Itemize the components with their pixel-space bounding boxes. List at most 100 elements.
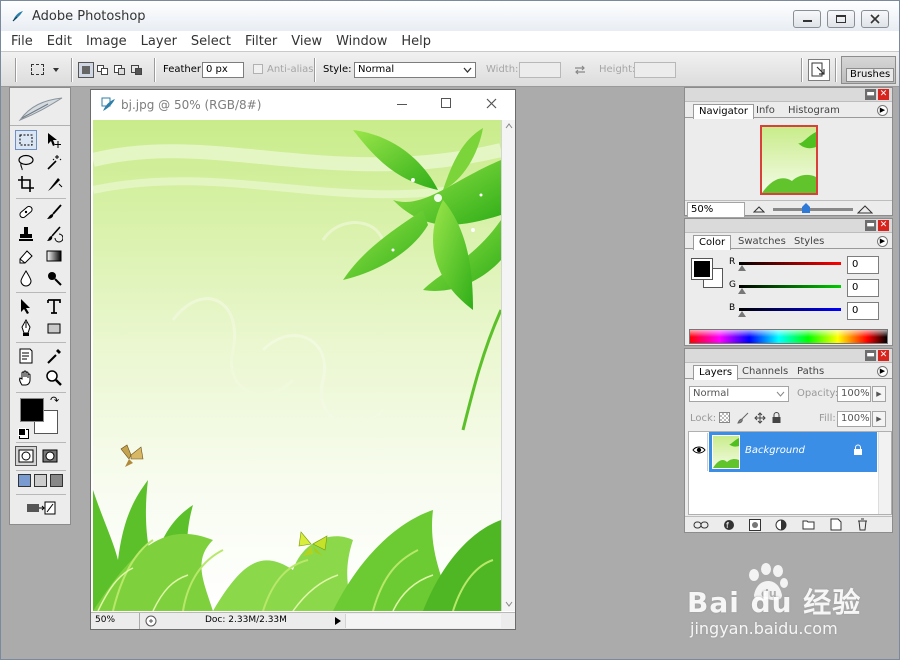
zoom-in-mountain-icon[interactable]	[857, 204, 873, 214]
slider-b[interactable]	[739, 308, 841, 311]
opacity-arrow-icon[interactable]: ▶	[872, 386, 886, 402]
full-screen-menu-icon[interactable]	[34, 474, 47, 487]
notes-tool[interactable]	[15, 346, 37, 366]
jump-to-imageready-button[interactable]	[24, 498, 58, 518]
brush-tool[interactable]	[43, 202, 65, 222]
palette-minimize-icon[interactable]: ▬	[865, 89, 876, 100]
tab-color[interactable]: Color	[693, 235, 732, 250]
slider-r[interactable]	[739, 262, 841, 265]
navigator-preview[interactable]	[760, 125, 818, 195]
quick-mask-button[interactable]	[39, 446, 61, 466]
lasso-tool[interactable]	[15, 152, 37, 172]
menu-file[interactable]: File	[11, 34, 33, 49]
tab-histogram[interactable]: Histogram	[783, 104, 845, 119]
full-screen-icon[interactable]	[50, 474, 63, 487]
dodge-tool[interactable]	[43, 268, 65, 288]
tab-navigator[interactable]: Navigator	[693, 104, 754, 119]
layer-style-icon[interactable]: f	[723, 519, 735, 531]
height-input[interactable]	[634, 62, 676, 78]
layer-row-background[interactable]: Background	[709, 432, 877, 472]
eraser-tool[interactable]	[15, 246, 37, 266]
menu-view[interactable]: View	[291, 34, 322, 49]
document-vertical-scrollbar[interactable]	[501, 120, 515, 611]
status-info-icon[interactable]	[145, 615, 157, 627]
scroll-up-icon[interactable]	[505, 123, 513, 129]
channel-value-g[interactable]: 0	[847, 279, 879, 297]
close-button[interactable]	[861, 10, 889, 28]
menu-select[interactable]: Select	[191, 34, 231, 49]
lock-move-icon[interactable]	[754, 412, 766, 424]
slider-thumb-r[interactable]	[738, 265, 746, 271]
navigator-zoom-thumb[interactable]	[802, 203, 810, 213]
slice-tool[interactable]	[43, 174, 65, 194]
tab-layers[interactable]: Layers	[693, 365, 739, 380]
type-tool[interactable]	[43, 296, 65, 316]
status-menu-arrow-icon[interactable]	[334, 616, 342, 626]
palette-menu-icon[interactable]: ▶	[877, 236, 888, 247]
tab-swatches[interactable]: Swatches	[733, 235, 791, 250]
lock-transparency-icon[interactable]	[719, 412, 730, 423]
color-foreground-swatch[interactable]	[691, 258, 713, 280]
slider-thumb-b[interactable]	[738, 311, 746, 317]
adjustment-layer-icon[interactable]	[775, 519, 787, 531]
hand-tool[interactable]	[15, 368, 37, 388]
brushes-tab[interactable]: Brushes	[846, 68, 895, 82]
brushes-palette-well[interactable]: Brushes	[841, 56, 896, 84]
lock-all-icon[interactable]	[771, 411, 782, 424]
clone-stamp-tool[interactable]	[15, 224, 37, 244]
fill-arrow-icon[interactable]: ▶	[872, 411, 886, 427]
width-input[interactable]	[519, 62, 561, 78]
shape-tool[interactable]	[43, 318, 65, 338]
palette-menu-icon[interactable]: ▶	[877, 105, 888, 116]
navigator-zoom-slider[interactable]	[773, 208, 853, 211]
feather-input[interactable]: 0 px	[202, 62, 244, 78]
slider-thumb-g[interactable]	[738, 288, 746, 294]
antialias-checkbox[interactable]	[253, 64, 263, 74]
new-layer-icon[interactable]	[830, 518, 842, 531]
tab-channels[interactable]: Channels	[737, 365, 793, 380]
layers-scrollbar[interactable]	[878, 432, 891, 514]
menu-window[interactable]: Window	[336, 34, 387, 49]
menu-layer[interactable]: Layer	[141, 34, 177, 49]
eyedropper-tool[interactable]	[43, 346, 65, 366]
foreground-color-swatch[interactable]	[20, 398, 44, 422]
palette-close-icon[interactable]: ✕	[878, 350, 889, 361]
palette-minimize-icon[interactable]: ▬	[865, 350, 876, 361]
doc-minimize-icon[interactable]	[397, 104, 407, 105]
crop-tool[interactable]	[15, 174, 37, 194]
layer-mask-icon[interactable]	[749, 519, 761, 531]
doc-maximize-icon[interactable]	[441, 98, 451, 108]
fill-field[interactable]: 100%	[837, 411, 871, 427]
zoom-level-field[interactable]: 50%	[95, 615, 115, 625]
healing-brush-tool[interactable]	[15, 202, 37, 222]
scroll-down-icon[interactable]	[505, 601, 513, 607]
pen-tool[interactable]	[15, 318, 37, 338]
channel-value-b[interactable]: 0	[847, 302, 879, 320]
blend-mode-select[interactable]: Normal	[689, 386, 789, 402]
maximize-button[interactable]	[827, 10, 855, 28]
trash-icon[interactable]	[857, 518, 868, 531]
swap-colors-icon[interactable]: ↷	[50, 394, 59, 407]
magic-wand-tool[interactable]	[43, 152, 65, 172]
zoom-out-mountain-icon[interactable]	[753, 205, 765, 213]
doc-close-icon[interactable]	[486, 98, 497, 109]
opacity-field[interactable]: 100%	[837, 386, 871, 402]
subtract-selection-button[interactable]	[112, 62, 128, 78]
menu-edit[interactable]: Edit	[47, 34, 72, 49]
add-selection-button[interactable]	[95, 62, 111, 78]
channel-value-r[interactable]: 0	[847, 256, 879, 274]
new-group-folder-icon[interactable]	[802, 519, 815, 530]
palette-close-icon[interactable]: ✕	[878, 220, 889, 231]
horizontal-scrollbar[interactable]	[345, 614, 501, 628]
menu-image[interactable]: Image	[86, 34, 127, 49]
standard-screen-icon[interactable]	[18, 474, 31, 487]
gradient-tool[interactable]	[43, 246, 65, 266]
slider-g[interactable]	[739, 285, 841, 288]
tab-paths[interactable]: Paths	[792, 365, 829, 380]
path-selection-tool[interactable]	[15, 296, 37, 316]
menu-filter[interactable]: Filter	[245, 34, 277, 49]
zoom-tool[interactable]	[43, 368, 65, 388]
swap-arrows-icon[interactable]	[573, 63, 587, 77]
file-browser-button[interactable]	[808, 59, 830, 81]
menu-help[interactable]: Help	[401, 34, 431, 49]
